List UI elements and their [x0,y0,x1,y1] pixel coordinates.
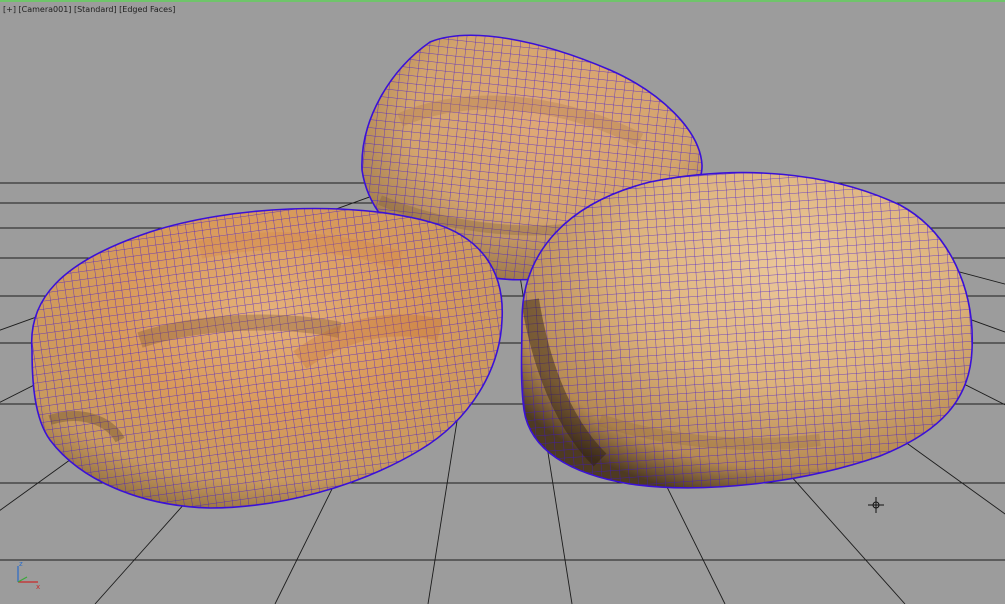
scene-canvas[interactable] [0,0,1005,604]
viewport-camera-menu[interactable]: [Camera001] [19,5,72,14]
viewport-display-mode-menu[interactable]: [Edged Faces] [119,5,175,14]
move-cursor-icon [868,497,884,513]
axis-z-label: z [19,560,23,568]
rock-right[interactable] [510,160,990,500]
axis-x-label: x [36,583,40,591]
rock-left[interactable] [20,195,520,525]
viewport-shading-menu[interactable]: [Standard] [74,5,117,14]
viewport-label[interactable]: [+] [Camera001] [Standard] [Edged Faces] [3,5,175,14]
axis-tripod: z x [17,560,40,591]
viewport-camera001[interactable]: [+] [Camera001] [Standard] [Edged Faces]… [0,0,1005,604]
viewport-menu-plus[interactable]: [+] [3,5,16,14]
